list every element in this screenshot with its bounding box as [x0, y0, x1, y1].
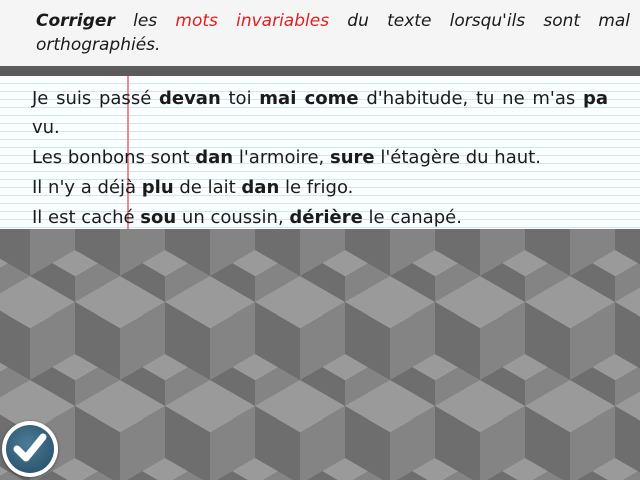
misspelled-word[interactable]: mai come [259, 88, 358, 109]
sentence-2: Les bonbons sont dan l'armoire, sure l'é… [32, 143, 608, 172]
misspelled-word[interactable]: sure [330, 147, 375, 168]
sentence-1: Je suis passé devan toi mai come d'habit… [32, 84, 608, 142]
instruction-text-start: les [133, 11, 158, 31]
sentence-text: vu. [32, 117, 60, 138]
instruction-keyword: Corriger [36, 11, 115, 31]
header-divider [0, 66, 640, 76]
sentence-text: l'étagère du haut. [374, 147, 541, 168]
instruction-text-end: du texte lorsqu'ils sont mal orthographi… [36, 11, 631, 55]
instruction-banner: Corriger les mots invariables du texte l… [0, 0, 640, 66]
sentence-text: Les bonbons sont [32, 147, 196, 168]
sentence-text: le canapé. [362, 207, 462, 228]
sentence-text: l'armoire, [233, 147, 330, 168]
misspelled-word[interactable]: devan [159, 88, 221, 109]
sentence-3: Il n'y a déjà plu de lait dan le frigo. [32, 173, 608, 202]
misspelled-word[interactable]: dan [195, 147, 233, 168]
sentence-text: de lait [173, 177, 242, 198]
sentence-4: Il est caché sou un coussin, dérière le … [32, 203, 608, 229]
exercise-sheet: Je suis passé devan toi mai come d'habit… [0, 76, 640, 229]
sentence-text: d'habitude, tu ne m'as [358, 88, 583, 109]
misspelled-word[interactable]: dérière [289, 207, 362, 228]
misspelled-word[interactable]: pa [583, 88, 608, 109]
sentence-text: le frigo. [279, 177, 354, 198]
misspelled-word[interactable]: plu [142, 177, 174, 198]
misspelled-word[interactable]: sou [140, 207, 176, 228]
misspelled-word[interactable]: dan [241, 177, 279, 198]
sentence-text: Il n'y a déjà [32, 177, 142, 198]
sentence-text: toi [220, 88, 260, 109]
sentence-text: Je suis passé [32, 88, 159, 109]
sentence-text: un coussin, [176, 207, 290, 228]
exercise-text: Je suis passé devan toi mai come d'habit… [32, 84, 608, 229]
check-answer-button[interactable] [2, 421, 58, 477]
sentence-text: Il est caché [32, 207, 141, 228]
instruction-highlight: mots invariables [175, 11, 330, 31]
checkmark-icon [13, 433, 47, 462]
